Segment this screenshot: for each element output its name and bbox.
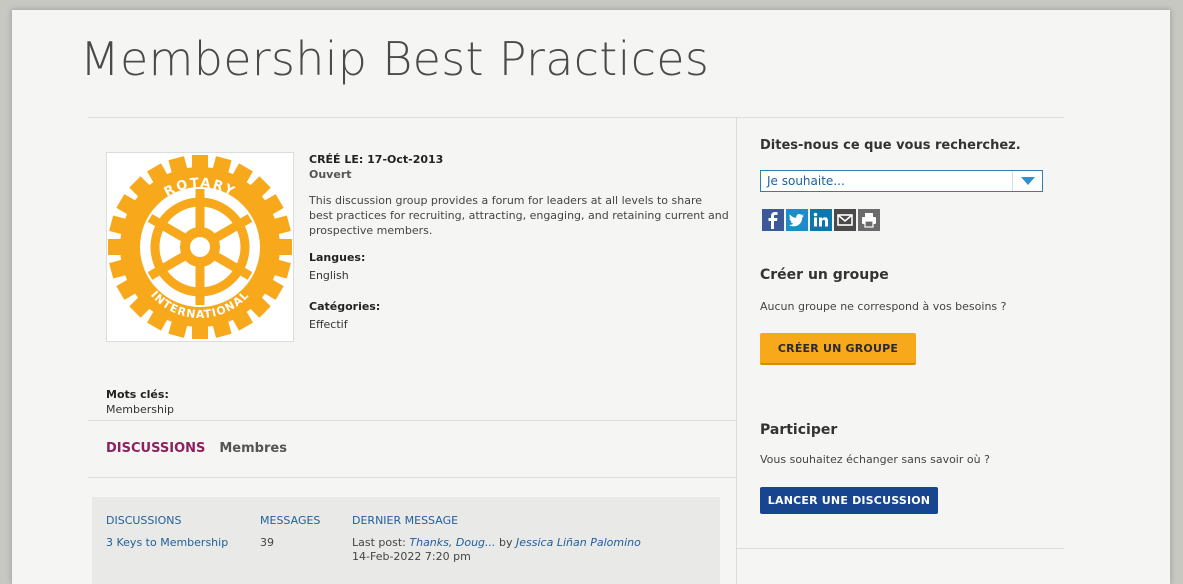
- keywords-value: Membership: [106, 403, 174, 416]
- rotary-logo-icon: ROTARY INTERNATIONAL: [108, 155, 292, 339]
- header-discussions[interactable]: DISCUSSIONS: [106, 514, 182, 527]
- linkedin-icon[interactable]: [810, 209, 832, 231]
- group-logo: ROTARY INTERNATIONAL: [106, 152, 294, 342]
- intent-select-value: Je souhaite...: [767, 174, 845, 188]
- intent-select[interactable]: Je souhaite...: [760, 170, 1043, 192]
- search-heading: Dites-nous ce que vous recherchez.: [760, 138, 1021, 153]
- group-description: This discussion group provides a forum f…: [309, 194, 729, 237]
- twitter-icon[interactable]: [786, 209, 808, 231]
- tabs: DISCUSSIONS Membres: [106, 441, 287, 456]
- divider-sidebar: [736, 117, 737, 584]
- last-post-author-link[interactable]: Jessica Liñan Palomino: [516, 536, 641, 549]
- divider-top: [88, 117, 1064, 118]
- chevron-down-icon: [1021, 177, 1035, 185]
- discussions-table: DISCUSSIONS MESSAGES DERNIER MESSAGE 3 K…: [92, 497, 720, 584]
- keywords: Mots clés: Membership: [106, 387, 174, 417]
- header-messages[interactable]: MESSAGES: [260, 514, 320, 527]
- tab-members[interactable]: Membres: [219, 441, 287, 456]
- last-post-prefix: Last post:: [352, 536, 406, 549]
- facebook-icon[interactable]: [762, 209, 784, 231]
- last-post-subject-link[interactable]: Thanks, Doug...: [409, 536, 495, 549]
- participate-text: Vous souhaitez échanger sans savoir où ?: [760, 453, 990, 466]
- divider-sidebar-bottom: [736, 548, 1064, 549]
- create-group-text: Aucun groupe ne correspond à vos besoins…: [760, 300, 1007, 313]
- tab-discussions[interactable]: DISCUSSIONS: [106, 441, 205, 456]
- discussion-title-link[interactable]: 3 Keys to Membership: [106, 536, 228, 550]
- languages-value: English: [309, 269, 349, 282]
- group-info: CRÉÉ LE: 17-Oct-2013 Ouvert This discuss…: [309, 152, 729, 332]
- categories-label: Catégories:: [309, 300, 381, 313]
- start-discussion-button[interactable]: LANCER UNE DISCUSSION: [760, 487, 938, 514]
- keywords-label: Mots clés:: [106, 388, 169, 401]
- group-status: Ouvert: [309, 168, 352, 181]
- select-arrow[interactable]: [1012, 171, 1042, 191]
- email-icon[interactable]: [834, 209, 856, 231]
- create-group-heading: Créer un groupe: [760, 267, 889, 283]
- divider-tabs-bottom: [88, 477, 736, 478]
- divider-tabs-top: [88, 420, 736, 421]
- share-icons: [762, 209, 880, 231]
- discussion-message-count: 39: [260, 536, 274, 549]
- last-post-info: Last post: Thanks, Doug... by Jessica Li…: [352, 536, 641, 564]
- page: Membership Best Practices ROTARY INTERNA…: [12, 10, 1170, 584]
- created-date: CRÉÉ LE: 17-Oct-2013: [309, 153, 444, 166]
- print-icon[interactable]: [858, 209, 880, 231]
- last-post-by: by: [499, 536, 513, 549]
- page-title: Membership Best Practices: [80, 32, 710, 86]
- languages-label: Langues:: [309, 251, 366, 264]
- header-last-message[interactable]: DERNIER MESSAGE: [352, 514, 458, 527]
- last-post-date: 14-Feb-2022 7:20 pm: [352, 550, 471, 563]
- create-group-button[interactable]: CRÉER UN GROUPE: [760, 333, 916, 365]
- participate-heading: Participer: [760, 422, 838, 438]
- categories-value: Effectif: [309, 318, 348, 331]
